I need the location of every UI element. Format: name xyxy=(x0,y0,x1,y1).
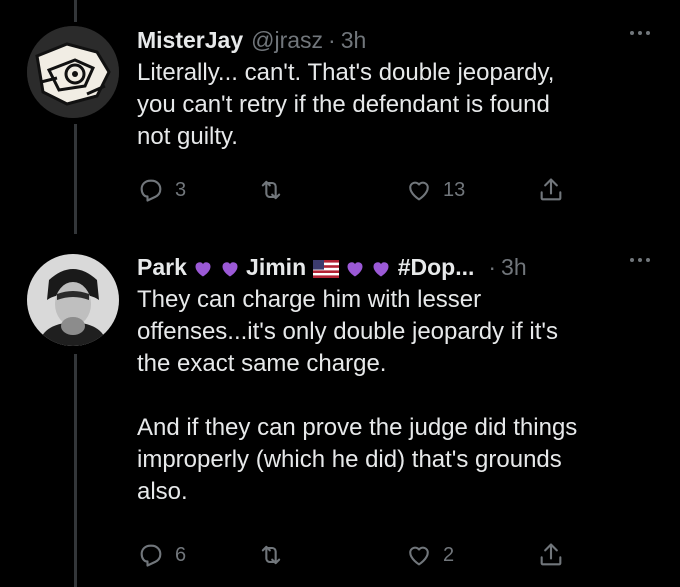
retweet-icon xyxy=(261,545,281,565)
timestamp[interactable]: 3h xyxy=(341,25,367,55)
retweet-button[interactable] xyxy=(257,172,285,208)
tweet-actions: 6 2 xyxy=(137,537,587,573)
separator-dot: · xyxy=(488,254,497,280)
tweet[interactable]: Park Jimin #Dop... · 3h They can charge … xyxy=(0,230,680,587)
name-part-hashtag: #Dop... xyxy=(397,254,475,280)
share-button[interactable] xyxy=(537,172,565,208)
avatar-image xyxy=(27,26,119,118)
avatar[interactable] xyxy=(27,26,119,118)
reply-icon xyxy=(140,544,162,567)
like-button[interactable]: 2 xyxy=(405,537,454,573)
user-handle[interactable]: @jrasz xyxy=(251,25,323,55)
display-name[interactable]: MisterJay xyxy=(137,25,243,55)
display-name[interactable]: Park Jimin #Dop... xyxy=(137,252,474,282)
tweet-actions: 3 13 xyxy=(137,172,587,208)
timestamp[interactable]: 3h xyxy=(501,252,527,282)
retweet-button[interactable] xyxy=(257,537,285,573)
us-flag-emoji-icon xyxy=(312,259,339,278)
retweet-icon xyxy=(261,180,281,200)
reply-icon xyxy=(140,179,162,202)
like-count: 2 xyxy=(443,543,455,566)
tweet-text: Literally... can't. That's double jeopar… xyxy=(137,59,555,150)
reply-count: 6 xyxy=(175,543,187,566)
purple-heart-emoji-icon xyxy=(195,262,211,277)
purple-heart-emoji-icon xyxy=(347,262,363,277)
heart-icon xyxy=(409,181,429,201)
share-icon xyxy=(540,178,562,201)
purple-heart-emoji-icon xyxy=(373,262,389,277)
like-count: 13 xyxy=(443,178,466,201)
reply-button[interactable]: 6 xyxy=(137,537,186,573)
tweet-header: Park Jimin #Dop... · 3h xyxy=(137,252,660,282)
share-icon xyxy=(540,543,562,566)
like-button[interactable]: 13 xyxy=(405,172,465,208)
reply-count: 3 xyxy=(175,178,187,201)
reply-button[interactable]: 3 xyxy=(137,172,186,208)
avatar-image xyxy=(27,254,119,346)
more-options-icon[interactable] xyxy=(630,31,650,35)
separator-dot: · xyxy=(328,27,336,53)
more-options-icon[interactable] xyxy=(630,258,650,262)
tweet-text: They can charge him with lesser offenses… xyxy=(137,286,578,505)
name-part-jimin: Jimin xyxy=(246,254,307,280)
purple-heart-emoji-icon xyxy=(222,262,238,277)
tweet-header: MisterJay @jrasz · 3h xyxy=(137,25,660,55)
heart-icon xyxy=(409,546,429,566)
share-button[interactable] xyxy=(537,537,565,573)
name-part-park: Park xyxy=(137,254,187,280)
tweet[interactable]: MisterJay @jrasz · 3h Literally... can't… xyxy=(0,0,680,230)
avatar[interactable] xyxy=(27,254,119,346)
